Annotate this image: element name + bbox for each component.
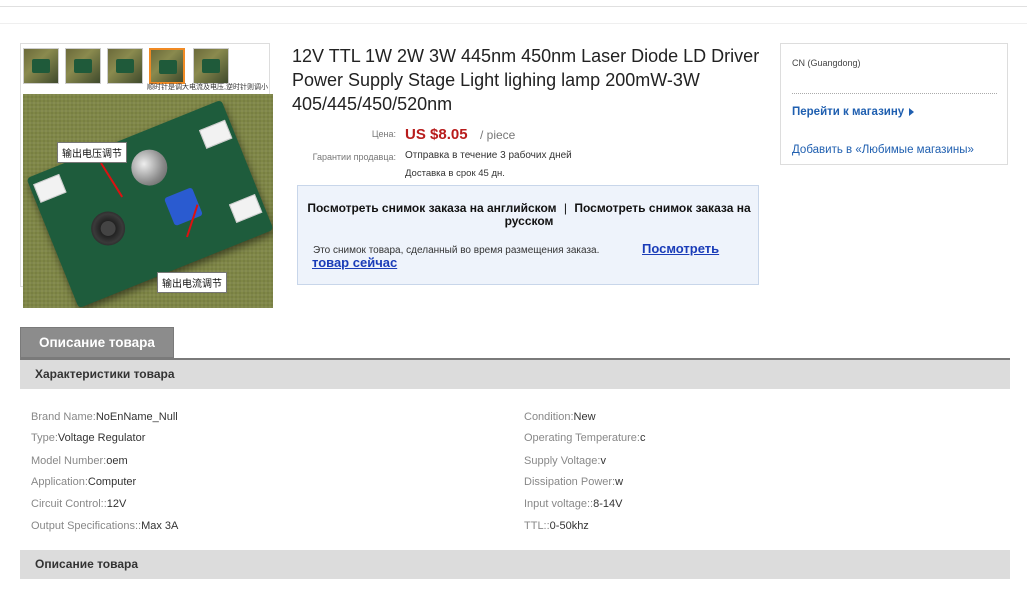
goto-store-label: Перейти к магазину bbox=[792, 106, 905, 118]
guarantee-label: Гарантии продавца: bbox=[312, 152, 396, 162]
spec-brand-name: Brand Name:NoEnName_Null bbox=[31, 411, 178, 423]
thumbnail-caption: 顺时针是调大电流及电压,逆时针则调小 bbox=[147, 84, 268, 91]
spec-model-number: Model Number:oem bbox=[31, 455, 128, 467]
thumbnail-5[interactable] bbox=[193, 48, 229, 84]
view-item-now-link[interactable]: Посмотреть товар сейчас bbox=[312, 242, 742, 270]
snapshot-title: Посмотреть снимок заказа на английском |… bbox=[298, 202, 760, 228]
spec-circuit-control: Circuit Control::12V bbox=[31, 498, 127, 510]
spec-input-voltage: Input voltage::8-14V bbox=[524, 498, 623, 510]
snapshot-separator: | bbox=[563, 201, 568, 215]
order-snapshot-box: Посмотреть снимок заказа на английском |… bbox=[297, 185, 759, 285]
thumbnail-2[interactable] bbox=[65, 48, 101, 84]
top-bar bbox=[0, 0, 1027, 7]
goto-store-link[interactable]: Перейти к магазину bbox=[792, 106, 915, 118]
spec-type: Type:Voltage Regulator bbox=[31, 432, 146, 444]
voltage-callout: 输出电压调节 bbox=[57, 142, 127, 163]
thumbnail-3[interactable] bbox=[107, 48, 143, 84]
product-title: 12V TTL 1W 2W 3W 445nm 450nm Laser Diode… bbox=[292, 46, 760, 114]
spec-operating-temperature: Operating Temperature:c bbox=[524, 432, 646, 444]
thumbnail-4[interactable] bbox=[149, 48, 185, 84]
shipping-time: Отправка в течение 3 рабочих дней bbox=[405, 150, 572, 161]
specs-section-header: Характеристики товара bbox=[20, 360, 1010, 389]
current-callout: 输出电流调节 bbox=[157, 272, 227, 293]
store-divider bbox=[792, 93, 997, 94]
delivery-time: Доставка в срок 45 дн. bbox=[405, 168, 505, 179]
store-box: CN (Guangdong) Перейти к магазину Добави… bbox=[780, 43, 1008, 165]
product-price: US $8.05 bbox=[405, 126, 468, 143]
store-location: CN (Guangdong) bbox=[792, 58, 861, 68]
spec-ttl: TTL::0-50khz bbox=[524, 520, 589, 532]
price-label: Цена: bbox=[371, 129, 396, 139]
thumbnail-strip: 顺时针是调大电流及电压,逆时针则调小 bbox=[21, 44, 269, 92]
spec-application: Application:Computer bbox=[31, 476, 137, 488]
spec-condition: Condition:New bbox=[524, 411, 596, 423]
arrow-right-icon bbox=[909, 107, 915, 116]
main-product-image[interactable]: 输出电压调节 输出电流调节 bbox=[23, 94, 273, 308]
price-unit: / piece bbox=[480, 128, 516, 142]
spec-supply-voltage: Supply Voltage:v bbox=[524, 455, 606, 467]
add-favorite-store-link[interactable]: Добавить в «Любимые магазины» bbox=[792, 144, 974, 156]
spec-output-specifications: Output Specifications::Max 3A bbox=[31, 520, 179, 532]
spec-dissipation-power: Dissipation Power:w bbox=[524, 476, 624, 488]
thumbnail-1[interactable] bbox=[23, 48, 59, 84]
tab-description[interactable]: Описание товара bbox=[20, 327, 174, 358]
snapshot-en-link[interactable]: Посмотреть снимок заказа на английском bbox=[307, 201, 556, 215]
product-gallery: 顺时针是调大电流及电压,逆时针则调小 输出电压调节 输出电流调节 bbox=[20, 43, 273, 308]
top-divider bbox=[0, 23, 1027, 24]
description-section-header: Описание товара bbox=[20, 550, 1010, 579]
